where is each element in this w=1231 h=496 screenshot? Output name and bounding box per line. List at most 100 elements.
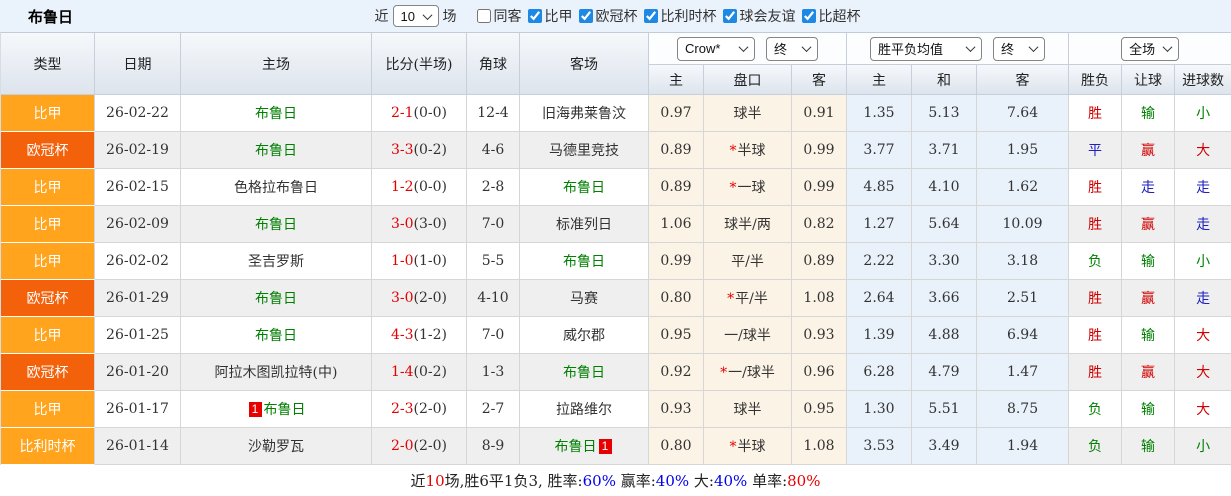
league-filter[interactable]: 比甲: [522, 6, 573, 26]
away-team-cell[interactable]: 马德里竞技: [520, 132, 649, 169]
team-name[interactable]: 标准列日: [556, 217, 612, 233]
team-name[interactable]: 马赛: [570, 291, 598, 307]
eu-draw-odds: 3.71: [912, 132, 978, 169]
ah-home-odds: 0.80: [649, 428, 704, 465]
away-team-cell[interactable]: 布鲁日 1: [520, 428, 649, 465]
team-name[interactable]: 布鲁日: [264, 402, 306, 418]
league-filter-checkbox[interactable]: [643, 9, 658, 23]
home-team-cell[interactable]: 圣吉罗斯: [181, 243, 372, 280]
team-name[interactable]: 布鲁日: [255, 291, 297, 307]
eu-draw-odds: 4.79: [912, 354, 978, 391]
ah-line: *半球: [704, 428, 792, 465]
league-filter[interactable]: 比超杯: [796, 6, 861, 26]
eu-home-odds: 2.64: [847, 280, 913, 317]
eu-away-odds: 1.95: [977, 132, 1070, 169]
team-name[interactable]: 旧海弗莱鲁汶: [542, 106, 626, 122]
match-row: 欧冠杯 26-02-19 布鲁日 3-3(0-2) 4-6 马德里竞技 0.89 *半球 0.9…: [1, 132, 1231, 169]
ah-line: 球半: [704, 391, 792, 428]
match-score[interactable]: 2-3(2-0): [372, 391, 467, 428]
match-score[interactable]: 3-3(0-2): [372, 132, 467, 169]
team-name[interactable]: 布鲁日: [255, 328, 297, 344]
match-score[interactable]: 3-0(3-0): [372, 206, 467, 243]
team-name[interactable]: 色格拉布鲁日: [234, 180, 318, 196]
corner-score: 2-8: [467, 169, 520, 206]
away-team-cell[interactable]: 威尔郡: [520, 317, 649, 354]
away-team-cell[interactable]: 布鲁日: [520, 243, 649, 280]
avg-odds-select[interactable]: 胜平负均值: [870, 36, 983, 61]
home-team-cell[interactable]: 布鲁日: [181, 206, 372, 243]
match-row: 比利时杯 26-01-14 沙勒罗瓦 2-0(2-0) 8-9 布鲁日 1 0.80 *半球 1.…: [1, 428, 1231, 465]
team-name[interactable]: 拉路维尔: [556, 402, 612, 418]
handicap-result-cell: 赢: [1122, 132, 1176, 169]
team-name[interactable]: 布鲁日: [255, 106, 297, 122]
scope-select[interactable]: 全场: [1121, 36, 1180, 61]
league-filter-checkbox[interactable]: [801, 9, 816, 23]
summary-segment: 大:: [689, 472, 714, 490]
home-team-cell[interactable]: 布鲁日: [181, 280, 372, 317]
home-team-cell[interactable]: 沙勒罗瓦: [181, 428, 372, 465]
away-team-cell[interactable]: 标准列日: [520, 206, 649, 243]
home-team-cell[interactable]: 色格拉布鲁日: [181, 169, 372, 206]
team-name[interactable]: 布鲁日: [255, 217, 297, 233]
ah-away-odds: 1.08: [792, 280, 848, 317]
league-badge: 欧冠杯: [1, 354, 95, 391]
match-score[interactable]: 2-0(2-0): [372, 428, 467, 465]
league-filter[interactable]: 比利时杯: [638, 6, 717, 26]
home-team-cell[interactable]: 布鲁日: [181, 132, 372, 169]
match-date: 26-02-22: [95, 95, 181, 132]
match-history-panel: 布鲁日 近 10 场 同客 比甲 欧冠杯 比利时杯 球会友谊 比超杯 类型 日期 主场 比…: [0, 0, 1231, 496]
avg-time-select[interactable]: 终: [993, 36, 1046, 61]
goals-result-cell: 大: [1175, 354, 1231, 391]
away-team-cell[interactable]: 马赛: [520, 280, 649, 317]
league-filter-checkbox[interactable]: [722, 9, 737, 23]
ah-away-odds: 1.08: [792, 428, 848, 465]
team-name[interactable]: 布鲁日: [555, 439, 597, 455]
away-team-cell[interactable]: 旧海弗莱鲁汶: [520, 95, 649, 132]
recent-suffix-label: 场: [442, 9, 457, 25]
team-name[interactable]: 布鲁日: [255, 143, 297, 159]
league-filter[interactable]: 同客: [471, 6, 522, 26]
match-score[interactable]: 4-3(1-2): [372, 317, 467, 354]
team-name[interactable]: 布鲁日: [563, 254, 605, 270]
team-name[interactable]: 圣吉罗斯: [248, 254, 304, 270]
recent-count-select[interactable]: 10: [392, 5, 439, 27]
league-filter-checkbox[interactable]: [578, 9, 593, 23]
league-filter[interactable]: 球会友谊: [717, 6, 796, 26]
league-filter-checkbox[interactable]: [527, 9, 542, 23]
match-date: 26-02-19: [95, 132, 181, 169]
summary-line: 近10场,胜6平1负3, 胜率:60% 赢率:40% 大:40% 单率:80%: [411, 470, 821, 491]
match-rows: 比甲 26-02-22 布鲁日 2-1(0-0) 12-4 旧海弗莱鲁汶 0.97 球半 0.9…: [1, 95, 1231, 465]
home-team-cell[interactable]: 1 布鲁日: [181, 391, 372, 428]
home-team-cell[interactable]: 布鲁日: [181, 317, 372, 354]
team-name[interactable]: 布鲁日: [563, 180, 605, 196]
match-score[interactable]: 3-0(2-0): [372, 280, 467, 317]
home-team-cell[interactable]: 阿拉木图凯拉特(中): [181, 354, 372, 391]
match-score[interactable]: 1-2(0-0): [372, 169, 467, 206]
eu-away-odds: 6.94: [977, 317, 1070, 354]
match-score[interactable]: 1-4(0-2): [372, 354, 467, 391]
match-history-table: 类型 日期 主场 比分(半场) 角球 客场 Crow* 终 胜平负均值 终 全场…: [0, 32, 1231, 465]
league-filter-checkbox[interactable]: [476, 9, 491, 23]
away-team-cell[interactable]: 布鲁日: [520, 169, 649, 206]
team-name[interactable]: 阿拉木图凯拉特(中): [215, 365, 338, 381]
summary-segment: 40%: [655, 472, 690, 490]
league-filter-label: 比超杯: [818, 9, 861, 25]
top-bar: 布鲁日 近 10 场 同客 比甲 欧冠杯 比利时杯 球会友谊 比超杯: [0, 0, 1231, 32]
away-team-cell[interactable]: 拉路维尔: [520, 391, 649, 428]
team-name[interactable]: 马德里竞技: [549, 143, 619, 159]
eu-home-odds: 6.28: [847, 354, 913, 391]
match-score[interactable]: 1-0(1-0): [372, 243, 467, 280]
home-team-cell[interactable]: 布鲁日: [181, 95, 372, 132]
team-name[interactable]: 布鲁日: [563, 365, 605, 381]
away-team-cell[interactable]: 布鲁日: [520, 354, 649, 391]
result-cell: 胜: [1069, 280, 1123, 317]
odds-company-select[interactable]: Crow*: [677, 36, 755, 61]
team-name[interactable]: 威尔郡: [563, 328, 605, 344]
chevron-down-icon: [1028, 42, 1039, 53]
match-score[interactable]: 2-1(0-0): [372, 95, 467, 132]
summary-bar: 近10场,胜6平1负3, 胜率:60% 赢率:40% 大:40% 单率:80%: [0, 465, 1231, 496]
handicap-time-select[interactable]: 终: [766, 36, 818, 61]
scope-selector-group: 全场: [1069, 33, 1231, 65]
team-name[interactable]: 沙勒罗瓦: [248, 439, 304, 455]
league-filter[interactable]: 欧冠杯: [573, 6, 638, 26]
